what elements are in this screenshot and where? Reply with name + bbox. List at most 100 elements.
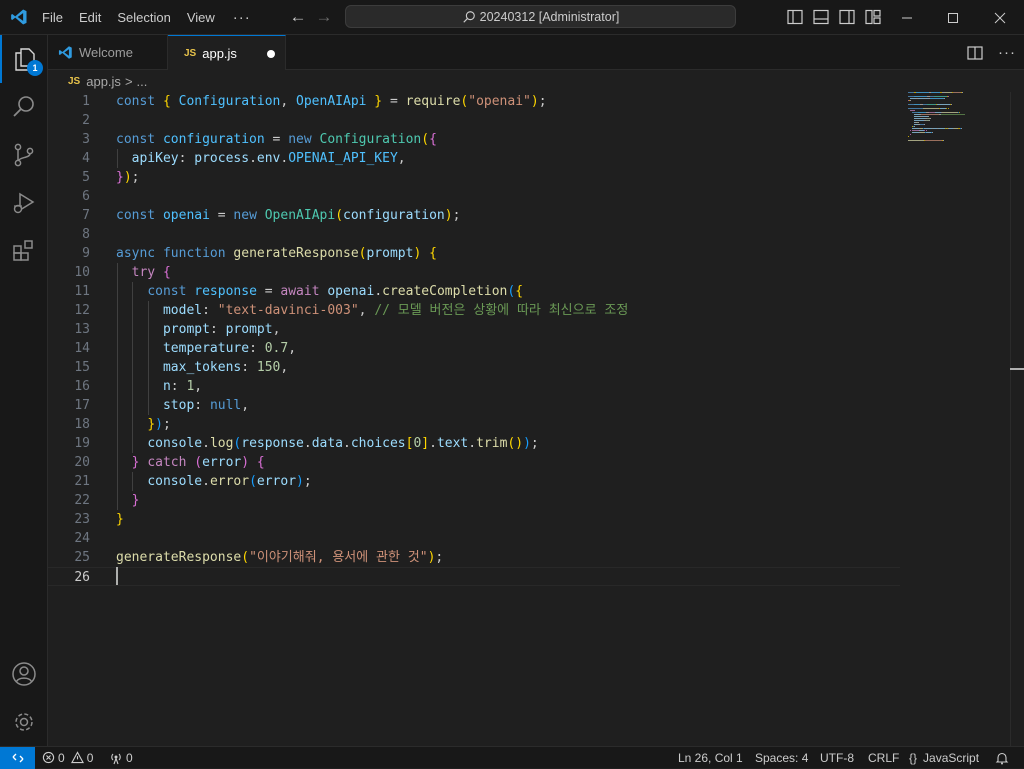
minimap-mark: [953, 92, 961, 93]
code-token: console: [147, 436, 203, 451]
ports-indicator[interactable]: 0: [109, 747, 133, 768]
code-token: prompt: [162, 322, 210, 337]
code-token: =: [256, 284, 281, 299]
code-line[interactable]: 21 console.error(error);: [48, 472, 900, 491]
minimap-mark: [938, 128, 945, 129]
error-icon: [42, 751, 55, 764]
problems-indicator[interactable]: 0 0: [42, 747, 93, 768]
code-line[interactable]: 6: [48, 187, 900, 206]
code-line[interactable]: 9 async function generateResponse(prompt)…: [48, 244, 900, 263]
tab-welcome[interactable]: Welcome: [48, 35, 168, 70]
code-line[interactable]: 23}: [48, 510, 900, 529]
editor-tab-bar: Welcome JS app.js ···: [48, 35, 1024, 70]
code-line[interactable]: 4 apiKey: process.env.OPENAI_API_KEY,: [48, 149, 900, 168]
line-number: 22: [74, 493, 90, 508]
unsaved-dot-icon[interactable]: [267, 50, 275, 58]
remote-indicator[interactable]: [0, 747, 35, 769]
toggle-panel-icon[interactable]: [812, 8, 830, 26]
minimap-mark: [944, 98, 945, 99]
menu-view[interactable]: View: [179, 0, 223, 35]
more-menus-button[interactable]: ···: [223, 9, 261, 26]
toggle-primary-sidebar-icon[interactable]: [786, 8, 804, 26]
line-number: 16: [74, 379, 90, 394]
command-center-search[interactable]: 20240312 [Administrator]: [345, 5, 736, 28]
close-window-button[interactable]: [976, 0, 1024, 35]
encoding[interactable]: UTF-8: [820, 747, 854, 768]
language-mode[interactable]: {} JavaScript: [909, 747, 979, 768]
code-line[interactable]: 26: [48, 567, 900, 586]
vertical-scrollbar[interactable]: [1010, 92, 1024, 746]
menu-selection[interactable]: Selection: [109, 0, 178, 35]
code-line[interactable]: 14 temperature: 0.7,: [48, 339, 900, 358]
split-editor-icon[interactable]: [966, 44, 984, 62]
activity-extensions[interactable]: [0, 227, 48, 275]
minimap-mark: [918, 112, 926, 113]
code-line[interactable]: 7 const openai = new OpenAIApi(configurat…: [48, 206, 900, 225]
code-line[interactable]: 2: [48, 111, 900, 130]
minimize-button[interactable]: [884, 0, 930, 35]
code-line[interactable]: 16 n: 1,: [48, 377, 900, 396]
indent-guide: [132, 472, 134, 491]
code-line[interactable]: 19 console.log(response.data.choices[0].…: [48, 434, 900, 453]
minimap-mark: [925, 140, 942, 141]
code-editor[interactable]: 1 const { Configuration, OpenAIApi } = re…: [48, 92, 1008, 746]
code-token: ,: [397, 151, 406, 166]
warning-icon: [70, 751, 84, 764]
code-token: env: [256, 151, 281, 166]
braces-icon: {}: [909, 750, 918, 765]
indent-guide: [116, 149, 118, 168]
breadcrumb-symbols[interactable]: ...: [137, 74, 148, 89]
code-line[interactable]: 18 });: [48, 415, 900, 434]
cursor-position[interactable]: Ln 26, Col 1: [678, 747, 743, 768]
maximize-button[interactable]: [930, 0, 976, 35]
code-line[interactable]: 24: [48, 529, 900, 548]
activity-search[interactable]: [0, 83, 48, 131]
end-of-line[interactable]: CRLF: [868, 747, 899, 768]
minimap-mark: [914, 118, 925, 119]
code-line[interactable]: 15 max_tokens: 150,: [48, 358, 900, 377]
line-number: 20: [74, 455, 90, 470]
code-line[interactable]: 25 generateResponse("이야기해줘, 용서에 관한 것");: [48, 548, 900, 567]
code-line[interactable]: 12 model: "text-davinci-003", // 모델 버전은 …: [48, 301, 900, 320]
forward-arrow-icon[interactable]: →: [313, 7, 335, 27]
editor-actions: ···: [966, 35, 1016, 70]
code-line[interactable]: 22 }: [48, 491, 900, 510]
line-code: });: [116, 168, 139, 187]
activity-explorer[interactable]: 1: [0, 35, 48, 83]
code-line[interactable]: 10 try {: [48, 263, 900, 282]
more-actions-icon[interactable]: ···: [998, 44, 1016, 61]
minimap-mark: [918, 122, 919, 123]
back-arrow-icon[interactable]: ←: [287, 7, 309, 27]
code-token: OpenAIApi: [264, 208, 336, 223]
activity-manage[interactable]: [0, 698, 48, 746]
menu-file[interactable]: File: [34, 0, 71, 35]
code-line[interactable]: 3 const configuration = new Configuration…: [48, 130, 900, 149]
minimap[interactable]: [900, 92, 1010, 172]
activity-accounts[interactable]: [0, 650, 48, 698]
notifications-button[interactable]: [995, 747, 1012, 768]
code-line[interactable]: 1 const { Configuration, OpenAIApi } = re…: [48, 92, 900, 111]
code-token: OpenAIApi: [296, 94, 367, 109]
code-line[interactable]: 13 prompt: prompt,: [48, 320, 900, 339]
code-token: function: [162, 246, 234, 261]
tab-app-js[interactable]: JS app.js: [168, 35, 286, 70]
code-line[interactable]: 11 const response = await openai.createC…: [48, 282, 900, 301]
minimap-mark: [910, 134, 911, 135]
customize-layout-icon[interactable]: [864, 8, 882, 26]
code-token: error: [256, 474, 297, 489]
activity-source-control[interactable]: [0, 131, 48, 179]
code-line[interactable]: 20 } catch (error) {: [48, 453, 900, 472]
code-line[interactable]: 5});: [48, 168, 900, 187]
menu-edit[interactable]: Edit: [71, 0, 109, 35]
breadcrumb-file[interactable]: app.js: [86, 74, 121, 89]
code-line[interactable]: 8: [48, 225, 900, 244]
activity-run-debug[interactable]: [0, 179, 48, 227]
indentation[interactable]: Spaces: 4: [755, 747, 808, 768]
broadcast-icon: [111, 753, 121, 764]
toggle-secondary-sidebar-icon[interactable]: [838, 8, 856, 26]
line-number: 8: [82, 227, 90, 242]
code-token: log: [209, 436, 234, 451]
code-token: }: [131, 493, 140, 508]
code-line[interactable]: 17 stop: null,: [48, 396, 900, 415]
run-debug-icon: [13, 192, 35, 214]
